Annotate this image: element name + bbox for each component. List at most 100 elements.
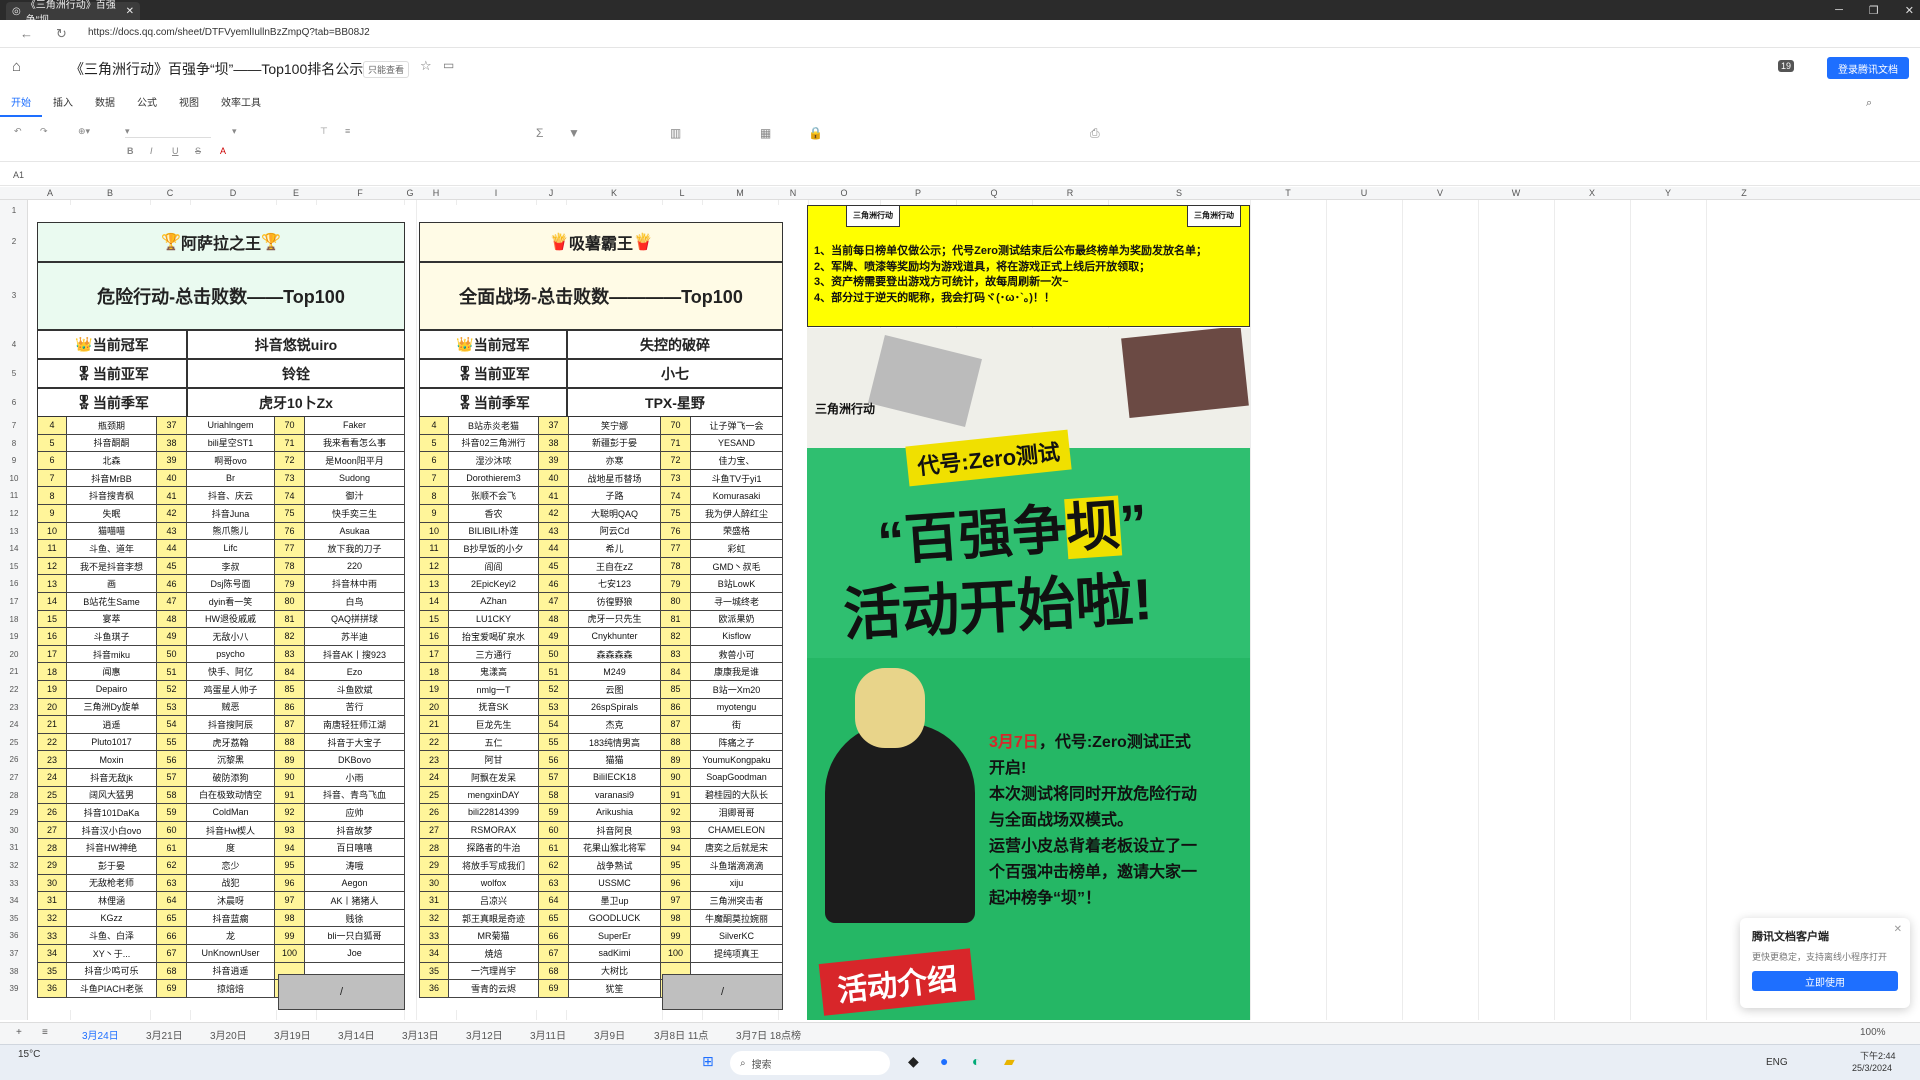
player-cell[interactable]: 提纯项真王 xyxy=(691,945,783,963)
player-cell[interactable]: 失眠 xyxy=(67,505,157,523)
player-cell[interactable]: 抖音少鸣可乐 xyxy=(67,962,157,981)
row-header[interactable]: 7 xyxy=(0,417,28,435)
player-cell[interactable]: SilverKC xyxy=(691,927,783,945)
player-cell[interactable]: 度 xyxy=(187,839,275,857)
player-cell[interactable]: Pluto1017 xyxy=(67,733,157,752)
player-cell[interactable]: 逍遥 xyxy=(67,716,157,734)
rank-cell[interactable]: 51 xyxy=(539,663,569,681)
player-cell[interactable]: Moxin xyxy=(67,751,157,769)
player-cell[interactable]: 猫猫 xyxy=(569,751,661,769)
row-header[interactable]: 39 xyxy=(0,980,28,998)
rank-cell[interactable]: 46 xyxy=(539,575,569,593)
player-cell[interactable]: 抖音林中雨 xyxy=(305,575,405,593)
rank-cell[interactable]: 37 xyxy=(157,417,187,435)
taskbar-search[interactable]: ⌕ 搜索 xyxy=(730,1051,890,1075)
rank-cell[interactable]: 96 xyxy=(661,874,691,893)
player-cell[interactable]: 云图 xyxy=(569,681,661,699)
url-field[interactable]: https://docs.qq.com/sheet/DTFVyemlIullnB… xyxy=(88,27,370,38)
rank-cell[interactable]: 99 xyxy=(661,927,691,945)
col-header[interactable]: X xyxy=(1554,187,1630,200)
row-header[interactable]: 25 xyxy=(0,734,28,752)
player-cell[interactable]: 香农 xyxy=(449,505,539,523)
player-cell[interactable]: Dorothierem3 xyxy=(449,469,539,488)
rank-cell[interactable]: 74 xyxy=(275,487,305,505)
filter-icon[interactable]: ▼ xyxy=(568,126,580,140)
rank-cell[interactable]: 82 xyxy=(275,628,305,646)
player-cell[interactable]: varanasi9 xyxy=(569,786,661,805)
row-header[interactable]: 5 xyxy=(0,359,28,388)
rank-cell[interactable]: 92 xyxy=(661,804,691,822)
player-cell[interactable]: 阿飘在发呆 xyxy=(449,769,539,787)
player-cell[interactable]: 吕凉兴 xyxy=(449,892,539,910)
col-header[interactable]: D xyxy=(190,187,276,200)
col-header[interactable]: I xyxy=(456,187,536,200)
rank-cell[interactable]: 43 xyxy=(157,522,187,541)
rank-cell[interactable]: 84 xyxy=(661,663,691,681)
player-cell[interactable]: Uriahlngem xyxy=(187,417,275,435)
player-cell[interactable]: Komurasaki xyxy=(691,487,783,505)
rank-cell[interactable]: 75 xyxy=(275,505,305,523)
app-icon[interactable]: ◆ xyxy=(908,1053,919,1070)
player-cell[interactable]: 26spSpirals xyxy=(569,698,661,717)
rank-cell[interactable]: 50 xyxy=(539,645,569,664)
player-cell[interactable]: 希儿 xyxy=(569,540,661,558)
col-header[interactable]: H xyxy=(416,187,456,200)
player-cell[interactable]: 宴萃 xyxy=(67,610,157,629)
col-header[interactable]: W xyxy=(1478,187,1554,200)
rank-cell[interactable]: 81 xyxy=(275,610,305,629)
player-cell[interactable]: 犹笙 xyxy=(569,980,661,998)
player-cell[interactable]: 斗鱼琪子 xyxy=(67,628,157,646)
row-header[interactable]: 14 xyxy=(0,540,28,558)
player-cell[interactable]: 森森森森 xyxy=(569,645,661,664)
player-cell[interactable]: AK丨猪猪人 xyxy=(305,892,405,910)
row-header[interactable]: 37 xyxy=(0,945,28,963)
player-cell[interactable]: 贼恶 xyxy=(187,698,275,717)
rank-cell[interactable]: 60 xyxy=(157,821,187,840)
player-cell[interactable]: MR菊猫 xyxy=(449,927,539,945)
rank-cell[interactable]: 44 xyxy=(539,540,569,558)
rank-cell[interactable]: 93 xyxy=(661,821,691,840)
rank-cell[interactable]: 40 xyxy=(157,469,187,488)
rank-cell[interactable]: 81 xyxy=(661,610,691,629)
player-cell[interactable]: 碧桂园的大队长 xyxy=(691,786,783,805)
italic-icon[interactable]: I xyxy=(150,146,153,156)
rank-cell[interactable]: 60 xyxy=(539,821,569,840)
player-cell[interactable]: B站花生Same xyxy=(67,593,157,611)
player-cell[interactable]: 抖音miku xyxy=(67,645,157,664)
player-cell[interactable]: GMD丶叔毛 xyxy=(691,557,783,576)
menu-data[interactable]: 数据 xyxy=(84,95,126,117)
player-cell[interactable]: 沐晨呀 xyxy=(187,892,275,910)
player-cell[interactable]: 苏半迪 xyxy=(305,628,405,646)
rank-cell[interactable]: 33 xyxy=(37,927,67,945)
col-header[interactable]: O xyxy=(808,187,880,200)
row-header[interactable]: 6 xyxy=(0,388,28,417)
rank-cell[interactable]: 58 xyxy=(539,786,569,805)
player-cell[interactable]: 杰克 xyxy=(569,716,661,734)
row-header[interactable]: 13 xyxy=(0,523,28,541)
player-cell[interactable]: 欧派果奶 xyxy=(691,610,783,629)
player-cell[interactable]: 抖音101DaKa xyxy=(67,804,157,822)
row-header[interactable]: 20 xyxy=(0,646,28,664)
player-cell[interactable]: 墨卫up xyxy=(569,892,661,910)
chart-icon[interactable]: ▥ xyxy=(670,126,681,140)
rank-cell[interactable]: 83 xyxy=(275,645,305,664)
player-cell[interactable]: 将放手写成我们 xyxy=(449,857,539,875)
rank-cell[interactable]: 63 xyxy=(539,874,569,893)
rank-cell[interactable]: 26 xyxy=(37,804,67,822)
rank-cell[interactable]: 43 xyxy=(539,522,569,541)
player-cell[interactable]: 亦寒 xyxy=(569,452,661,470)
player-cell[interactable]: QAQ拼拼球 xyxy=(305,610,405,629)
row-header[interactable]: 28 xyxy=(0,787,28,805)
rank-cell[interactable]: 23 xyxy=(37,751,67,769)
col-header[interactable]: A xyxy=(30,187,70,200)
rank-cell[interactable]: 57 xyxy=(157,769,187,787)
player-cell[interactable]: Kisflow xyxy=(691,628,783,646)
col-header[interactable]: M xyxy=(702,187,778,200)
rank-cell[interactable]: 37 xyxy=(539,417,569,435)
player-cell[interactable]: 救兽小可 xyxy=(691,645,783,664)
rank-cell[interactable]: 34 xyxy=(37,945,67,963)
rank-cell[interactable]: 13 xyxy=(419,575,449,593)
player-cell[interactable]: Arikushia xyxy=(569,804,661,822)
player-cell[interactable]: 三角洲突击者 xyxy=(691,892,783,910)
rank-cell[interactable]: 98 xyxy=(661,909,691,928)
